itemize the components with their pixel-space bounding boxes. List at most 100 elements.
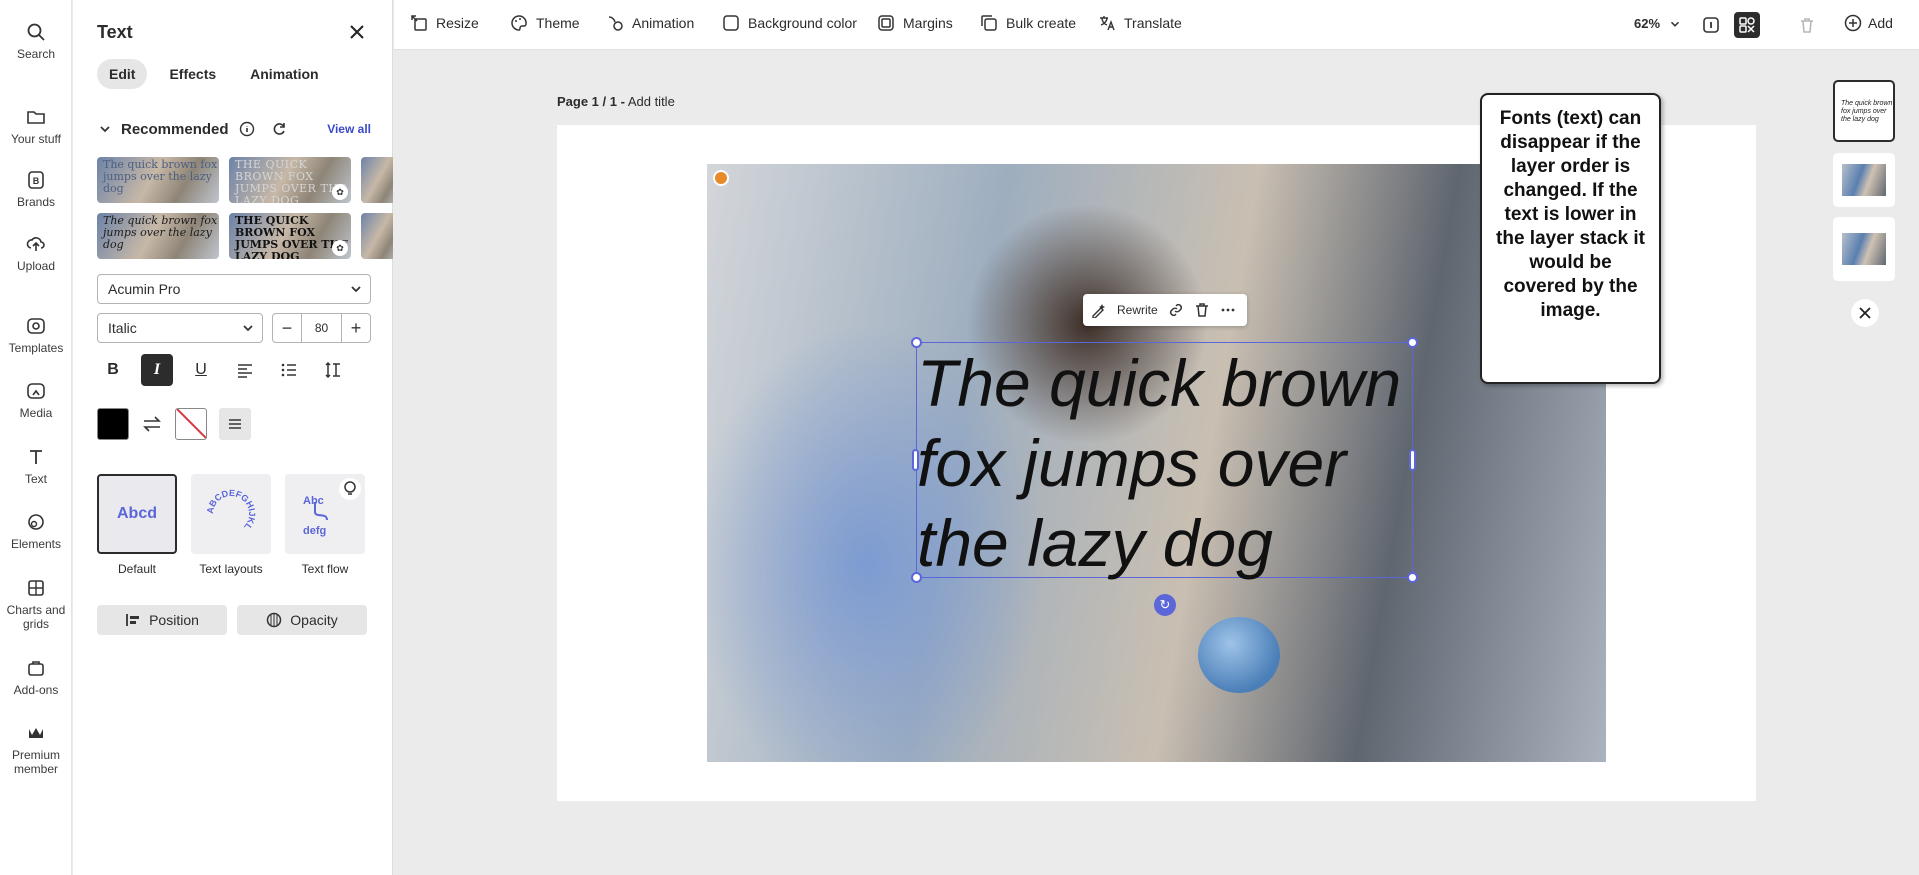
preset-text-layouts[interactable]: ABCDEFGHIJKL Text layouts <box>191 474 271 576</box>
left-rail: Search Your stuff B Brands Upload Templa… <box>0 0 72 875</box>
more-icon[interactable] <box>1220 302 1236 318</box>
delete-page-button[interactable] <box>1794 12 1820 38</box>
link-icon[interactable] <box>1168 302 1184 318</box>
add-page-button[interactable]: Add <box>1844 14 1893 32</box>
line-spacing-button[interactable] <box>317 354 349 386</box>
brand-icon: B <box>28 171 44 189</box>
preset-default[interactable]: Abcd Default <box>97 474 177 576</box>
media-icon <box>27 383 45 399</box>
layers-button[interactable] <box>1734 12 1760 38</box>
resize-handle[interactable] <box>911 572 922 583</box>
page-number: Page 1 / 1 - <box>557 94 625 109</box>
lightbulb-icon <box>339 478 361 500</box>
preset-text-flow[interactable]: Abc defg Text flow <box>285 474 365 576</box>
add-title-link[interactable]: Add title <box>628 94 675 109</box>
translate-label: Translate <box>1124 15 1182 31</box>
panel-tabs: Edit Effects Animation <box>97 59 331 89</box>
style-thumbnail[interactable] <box>361 213 393 259</box>
bulk-create-button[interactable]: Bulk create <box>980 14 1076 32</box>
rail-label: Elements <box>10 537 62 551</box>
refresh-icon[interactable] <box>271 121 287 137</box>
tab-edit[interactable]: Edit <box>97 59 148 89</box>
swap-icon[interactable] <box>141 413 163 435</box>
rail-elements[interactable]: Elements <box>0 512 72 551</box>
rail-text[interactable]: Text <box>0 447 72 486</box>
opacity-icon <box>267 612 282 628</box>
page-thumbnail[interactable] <box>1833 153 1895 207</box>
font-family-select[interactable]: Acumin Pro <box>97 274 371 304</box>
chevron-down-icon[interactable] <box>97 121 113 137</box>
margins-button[interactable]: Margins <box>877 14 953 32</box>
view-all-link[interactable]: View all <box>327 122 371 136</box>
style-thumbnail[interactable]: The quick brown fox jumps over the lazy … <box>97 213 219 259</box>
align-center-icon <box>229 419 241 429</box>
preset-box: Abc defg <box>285 474 365 554</box>
page-thumbnail-selected[interactable]: The quick brown fox jumps over the lazy … <box>1833 80 1895 142</box>
style-thumbnail[interactable] <box>361 157 393 203</box>
style-thumbnail[interactable]: The quick brown fox jumps over the lazy … <box>97 157 219 203</box>
text-presets: Abcd Default ABCDEFGHIJKL Text layouts A… <box>97 474 365 576</box>
canvas-text[interactable]: The quick brown fox jumps over the lazy … <box>917 343 1437 583</box>
position-button[interactable]: Position <box>97 605 227 635</box>
rail-brands[interactable]: B Brands <box>0 170 72 209</box>
align-left-button[interactable] <box>229 354 261 386</box>
side-handle[interactable] <box>912 449 919 471</box>
resize-handle[interactable] <box>1407 337 1418 348</box>
rewrite-icon[interactable] <box>1091 302 1107 318</box>
svg-text:B: B <box>33 176 40 186</box>
font-size-field[interactable]: 80 <box>301 314 342 342</box>
opacity-button[interactable]: Opacity <box>237 605 367 635</box>
flow-path-icon <box>314 502 328 521</box>
mini-photo <box>1842 233 1886 265</box>
italic-button[interactable]: I <box>141 354 173 386</box>
rewrite-label[interactable]: Rewrite <box>1117 303 1158 317</box>
layers-icon <box>1739 17 1755 33</box>
resize-button[interactable]: Resize <box>410 14 479 32</box>
trash-icon[interactable] <box>1194 302 1210 318</box>
text-panel: Text Edit Effects Animation Recommended … <box>73 0 393 875</box>
text-color-swatch[interactable] <box>97 408 129 440</box>
theme-button[interactable]: Theme <box>510 14 580 32</box>
selected-text-box[interactable]: The quick brown fox jumps over the lazy … <box>916 342 1413 580</box>
tab-effects[interactable]: Effects <box>157 59 228 89</box>
rail-charts[interactable]: Charts and grids <box>0 578 72 631</box>
rail-upload[interactable]: Upload <box>0 234 72 273</box>
rail-your-stuff[interactable]: Your stuff <box>0 107 72 146</box>
resize-icon <box>411 15 427 31</box>
zoom-dropdown[interactable]: 62% <box>1634 16 1682 31</box>
style-thumbnail[interactable]: THE QUICK BROWN FOX JUMPS OVER THE LAZY … <box>229 157 351 203</box>
rail-media[interactable]: Media <box>0 381 72 420</box>
mini-text: The quick brown fox jumps over the lazy … <box>1841 100 1893 123</box>
page-thumbnail[interactable] <box>1833 217 1895 281</box>
resize-handle[interactable] <box>911 337 922 348</box>
pages-button[interactable] <box>1698 12 1724 38</box>
rail-premium[interactable]: Premium member <box>0 723 72 776</box>
panel-title: Text <box>97 22 133 42</box>
rail-label: Premium member <box>11 748 60 776</box>
font-style-select[interactable]: Italic <box>97 313 263 343</box>
rail-label: Text <box>24 472 47 486</box>
rail-search[interactable]: Search <box>0 22 72 61</box>
decrease-size-button[interactable]: − <box>273 314 301 342</box>
animation-button[interactable]: Animation <box>606 14 694 32</box>
text-alignment-button[interactable] <box>219 408 251 440</box>
side-handle[interactable] <box>1409 449 1416 471</box>
background-color-button[interactable]: Background color <box>722 14 857 32</box>
resize-handle[interactable] <box>1407 572 1418 583</box>
highlight-color-swatch[interactable] <box>175 408 207 440</box>
translate-button[interactable]: Translate <box>1098 14 1182 32</box>
tab-animation[interactable]: Animation <box>238 59 330 89</box>
rail-templates[interactable]: Templates <box>0 316 72 355</box>
increase-size-button[interactable]: + <box>342 314 370 342</box>
close-icon[interactable] <box>347 22 367 42</box>
rotate-handle-icon[interactable]: ↻ <box>1154 594 1176 616</box>
underline-button[interactable]: U <box>185 354 217 386</box>
rail-addons[interactable]: Add-ons <box>0 658 72 697</box>
list-button[interactable] <box>273 354 305 386</box>
info-icon[interactable] <box>239 121 255 137</box>
close-thumbnails-button[interactable] <box>1851 299 1879 327</box>
style-thumbnail[interactable]: THE QUICK BROWN FOX JUMPS OVER THE LAZY … <box>229 213 351 259</box>
premium-badge-icon <box>713 170 729 186</box>
rail-label: Search <box>16 47 56 61</box>
bold-button[interactable]: B <box>97 354 129 386</box>
